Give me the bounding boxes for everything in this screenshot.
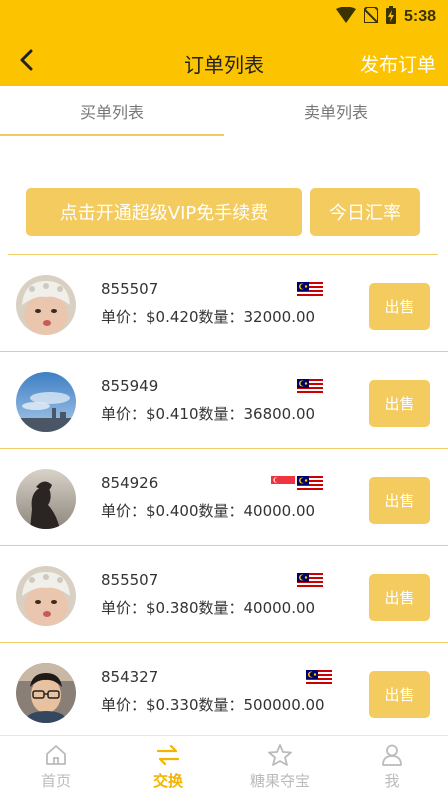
country-flags <box>297 282 323 302</box>
tab-sell-list[interactable]: 卖单列表 <box>224 86 448 136</box>
order-row: 855949 单价：$0.410数量：36800.00 出售 <box>0 352 448 449</box>
publish-order-button[interactable]: 发布订单 <box>360 50 436 77</box>
nav-item-me[interactable]: 我 <box>336 736 448 797</box>
order-price-quantity: 单价：$0.400数量：40000.00 <box>101 502 316 520</box>
order-price-quantity: 单价：$0.380数量：40000.00 <box>101 599 316 617</box>
sell-button[interactable]: 出售 <box>369 380 430 427</box>
order-list: 855507 单价：$0.420数量：32000.00 出售 855949 单价… <box>0 255 448 740</box>
order-row: 854926 单价：$0.400数量：40000.00 出售 <box>0 449 448 546</box>
order-price-quantity: 单价：$0.330数量：500000.00 <box>101 696 325 714</box>
malaysia-flag-icon <box>297 282 323 302</box>
person-icon <box>380 742 404 768</box>
order-id: 855507 <box>101 571 159 589</box>
country-flags <box>297 379 323 399</box>
no-sim-icon <box>362 6 379 27</box>
order-id: 854926 <box>101 474 159 492</box>
order-price-quantity: 单价：$0.410数量：36800.00 <box>101 405 316 423</box>
status-bar: 5:38 <box>0 0 448 34</box>
app-header: 订单列表 发布订单 <box>0 34 448 86</box>
screen: 5:38 订单列表 发布订单 买单列表 卖单列表 点击开通超级VIP免手续费 今… <box>0 0 448 797</box>
order-row: 854327 单价：$0.330数量：500000.00 出售 <box>0 643 448 740</box>
baby-avatar[interactable] <box>16 566 76 626</box>
malaysia-flag-icon <box>297 379 323 399</box>
malaysia-flag-icon <box>297 476 323 496</box>
active-tab-indicator <box>0 134 224 136</box>
nav-label: 交换 <box>152 772 183 790</box>
singapore-flag-icon <box>271 476 295 496</box>
status-time: 5:38 <box>403 8 436 25</box>
exchange-rate-button[interactable]: 今日汇率 <box>310 188 420 236</box>
bottom-nav: 首页 交换 糖果夺宝 我 <box>0 735 448 797</box>
sell-button[interactable]: 出售 <box>369 574 430 621</box>
wifi-icon <box>335 6 356 27</box>
status-icons: 5:38 <box>335 6 436 28</box>
battery-charging-icon <box>385 6 396 28</box>
sell-button[interactable]: 出售 <box>369 283 430 330</box>
baby-avatar[interactable] <box>16 275 76 335</box>
order-row: 855507 单价：$0.420数量：32000.00 出售 <box>0 255 448 352</box>
malaysia-flag-icon <box>306 670 332 690</box>
man-glasses-avatar[interactable] <box>16 663 76 723</box>
nav-item-home[interactable]: 首页 <box>0 736 112 797</box>
tab-buy-list[interactable]: 买单列表 <box>0 86 224 136</box>
silhouette-avatar[interactable] <box>16 469 76 529</box>
country-flags <box>306 670 332 690</box>
order-tabs: 买单列表 卖单列表 <box>0 86 448 136</box>
vip-upgrade-button[interactable]: 点击开通超级VIP免手续费 <box>26 188 302 236</box>
sell-button[interactable]: 出售 <box>369 671 430 718</box>
nav-label: 首页 <box>40 772 71 790</box>
sky-avatar[interactable] <box>16 372 76 432</box>
order-id: 855507 <box>101 280 159 298</box>
order-row: 855507 单价：$0.380数量：40000.00 出售 <box>0 546 448 643</box>
sell-button[interactable]: 出售 <box>369 477 430 524</box>
country-flags <box>271 476 323 496</box>
malaysia-flag-icon <box>297 573 323 593</box>
star-icon <box>267 742 293 768</box>
nav-item-candy-treasure[interactable]: 糖果夺宝 <box>224 736 336 797</box>
nav-item-exchange[interactable]: 交换 <box>112 736 224 797</box>
order-price-quantity: 单价：$0.420数量：32000.00 <box>101 308 316 326</box>
order-id: 855949 <box>101 377 159 395</box>
nav-label: 我 <box>384 772 400 790</box>
nav-label: 糖果夺宝 <box>249 772 310 790</box>
order-id: 854327 <box>101 668 159 686</box>
exchange-icon <box>154 742 182 768</box>
country-flags <box>297 573 323 593</box>
home-icon <box>44 742 68 768</box>
